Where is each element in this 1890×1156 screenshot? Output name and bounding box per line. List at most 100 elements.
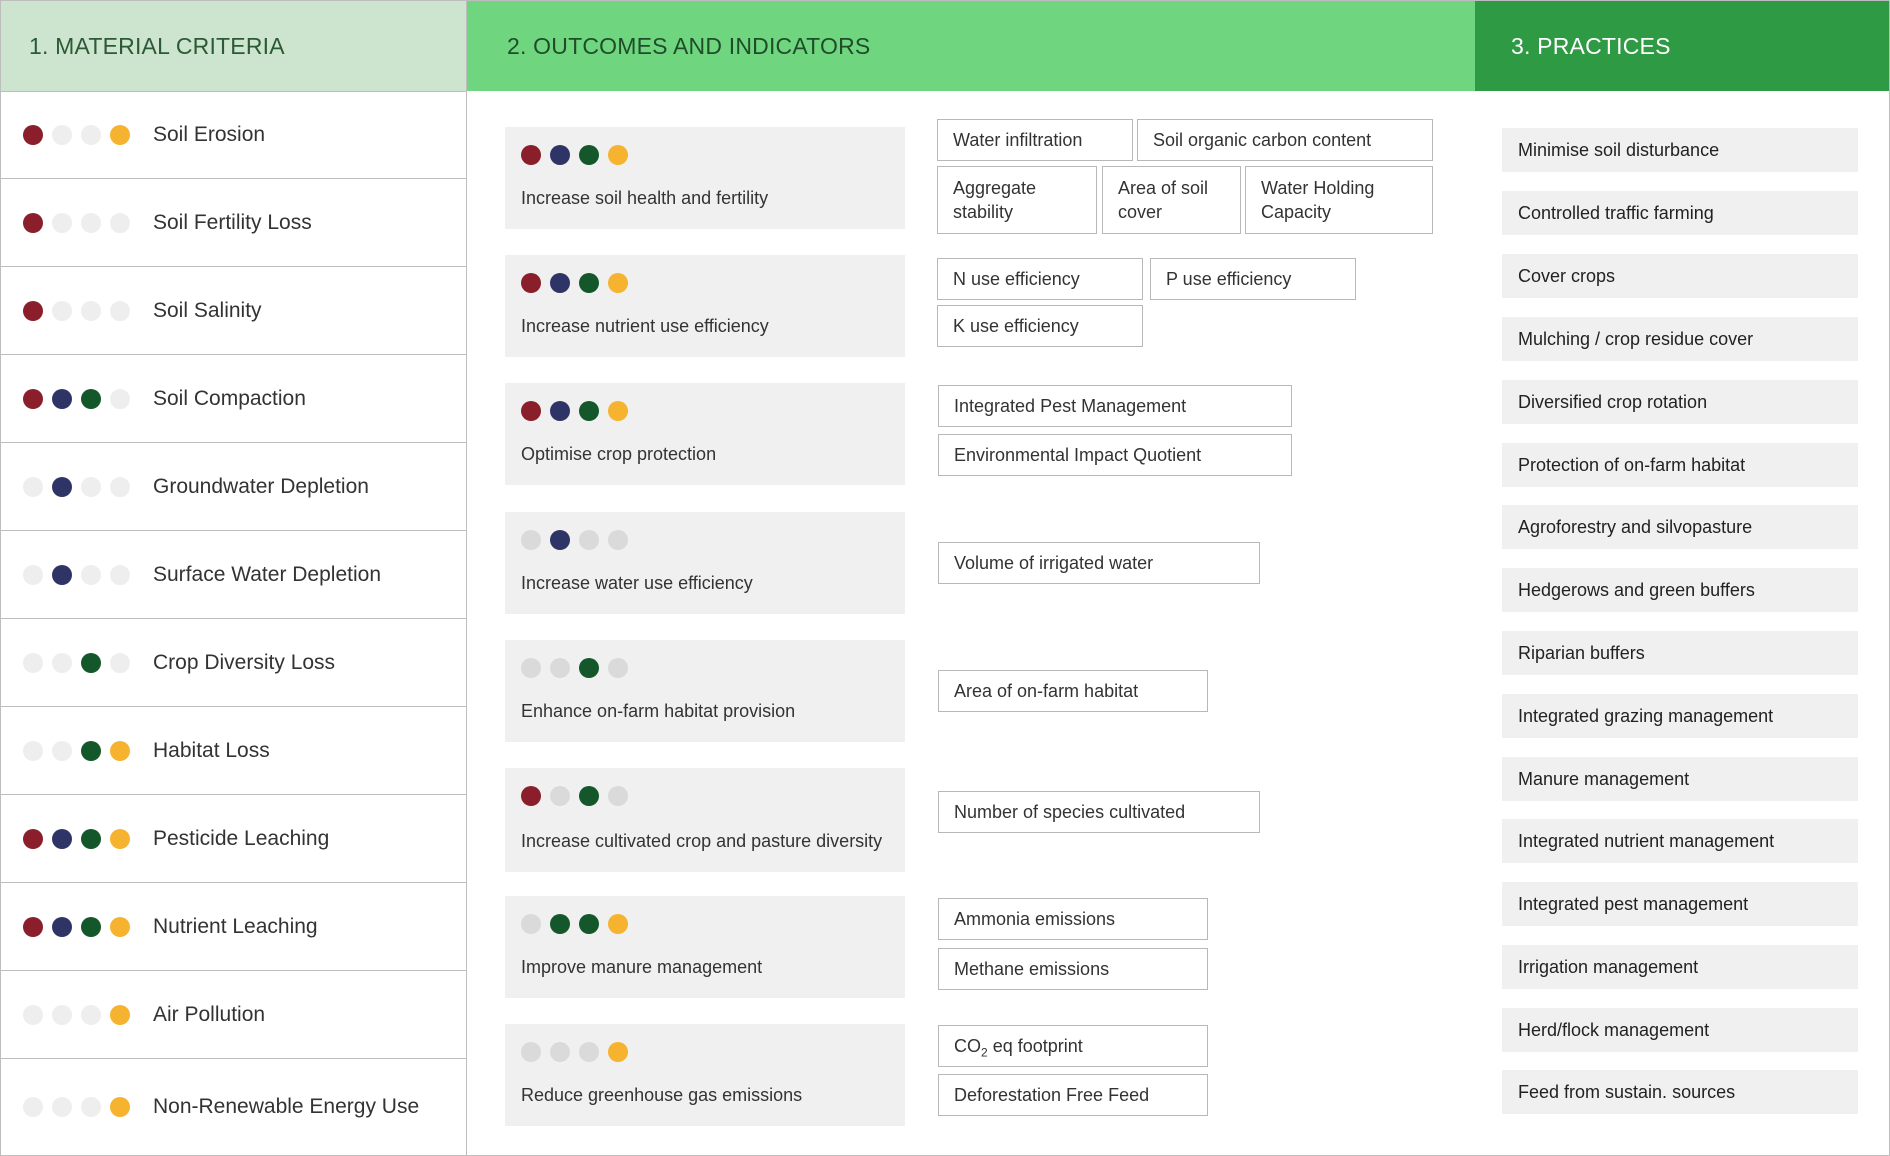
outcome-label: Increase soil health and fertility [521,188,769,208]
amber-dot-icon [608,273,628,293]
criterion-row: Soil Erosion [1,91,466,179]
inactive-dot-icon [110,300,130,321]
criterion-dots [23,124,139,145]
indicator-box-co2: CO2 eq footprint [938,1025,1208,1067]
outcome-card: Reduce greenhouse gas emissions [505,1024,905,1126]
inactive-dot-icon [52,740,72,761]
amber-dot-icon [110,828,130,849]
practice-item: Agroforestry and silvopasture [1502,505,1858,549]
outcome-card: Increase cultivated crop and pasture div… [505,768,905,872]
green-dot-icon [81,740,101,761]
red-dot-icon [521,401,541,421]
criterion-dots [23,828,139,849]
outcome-label: Increase water use efficiency [521,573,753,593]
outcome-dots [521,530,637,550]
inactive-dot-icon [81,1097,101,1117]
outcome-dots [521,401,637,421]
outcome-dots [521,273,637,293]
criterion-row: Crop Diversity Loss [1,619,466,707]
criterion-row: Soil Salinity [1,267,466,355]
criterion-label: Habitat Loss [153,738,270,762]
practice-item: Mulching / crop residue cover [1502,317,1858,361]
indicator-box: Aggregate stability [937,166,1097,234]
practice-item: Riparian buffers [1502,631,1858,675]
green-dot-icon [579,401,599,421]
inactive-dot-icon [110,476,130,497]
green-dot-icon [81,916,101,937]
inactive-dot-icon [81,564,101,585]
inactive-dot-icon [110,212,130,233]
outcome-card: Increase water use efficiency [505,512,905,614]
criterion-label: Surface Water Depletion [153,562,381,586]
inactive-dot-icon [52,1004,72,1025]
amber-dot-icon [110,1097,130,1117]
criterion-label: Soil Salinity [153,298,262,322]
practice-item: Irrigation management [1502,945,1858,989]
criterion-label: Crop Diversity Loss [153,650,336,674]
outcome-dots [521,786,637,806]
inactive-dot-icon [81,300,101,321]
outcome-label: Increase cultivated crop and pasture div… [521,831,883,851]
inactive-dot-icon [579,1042,599,1062]
amber-dot-icon [110,1004,130,1025]
criterion-dots [23,1004,139,1025]
inactive-dot-icon [608,530,628,550]
criterion-dots [23,652,139,673]
criterion-label: Air Pollution [153,1002,266,1026]
navy-dot-icon [52,564,72,585]
amber-dot-icon [110,124,130,145]
criterion-row: Soil Fertility Loss [1,179,466,267]
outcomes-column: 2. OUTCOMES AND INDICATORS Increase soil… [467,0,1475,1156]
practice-item: Diversified crop rotation [1502,380,1858,424]
red-dot-icon [23,916,43,937]
outcome-card: Increase soil health and fertility [505,127,905,229]
practice-item: Minimise soil disturbance [1502,128,1858,172]
indicator-box: Volume of irrigated water [938,542,1260,584]
inactive-dot-icon [608,786,628,806]
inactive-dot-icon [550,1042,570,1062]
criterion-dots [23,300,139,321]
inactive-dot-icon [110,564,130,585]
outcome-label: Enhance on-farm habitat provision [521,701,796,721]
practice-item: Herd/flock management [1502,1008,1858,1052]
outcome-card: Enhance on-farm habitat provision [505,640,905,742]
outcome-card: Optimise crop protection [505,383,905,485]
inactive-dot-icon [23,652,43,673]
practice-item: Feed from sustain. sources [1502,1070,1858,1114]
indicator-box: Area of soil cover [1102,166,1241,234]
criterion-label: Soil Erosion [153,122,266,146]
practice-item: Hedgerows and green buffers [1502,568,1858,612]
inactive-dot-icon [52,300,72,321]
outcome-dots [521,1042,637,1062]
criterion-dots [23,388,139,409]
practices-header: 3. PRACTICES [1475,1,1889,91]
indicator-box: N use efficiency [937,258,1143,300]
inactive-dot-icon [23,1004,43,1025]
criterion-dots [23,1097,139,1117]
practice-item: Controlled traffic farming [1502,191,1858,235]
outcome-label: Optimise crop protection [521,444,717,464]
inactive-dot-icon [110,652,130,673]
inactive-dot-icon [521,1042,541,1062]
inactive-dot-icon [608,658,628,678]
indicator-box: K use efficiency [937,305,1143,347]
criterion-row: Surface Water Depletion [1,531,466,619]
red-dot-icon [23,212,43,233]
co2-text: CO [954,1036,981,1056]
navy-dot-icon [52,828,72,849]
red-dot-icon [521,786,541,806]
green-dot-icon [579,658,599,678]
red-dot-icon [23,388,43,409]
indicator-box: Area of on-farm habitat [938,670,1208,712]
inactive-dot-icon [81,212,101,233]
practice-item: Integrated pest management [1502,882,1858,926]
criterion-row: Air Pollution [1,971,466,1059]
co2-subscript: 2 [981,1045,988,1060]
practice-item: Manure management [1502,757,1858,801]
criterion-dots [23,476,139,497]
amber-dot-icon [110,916,130,937]
inactive-dot-icon [521,530,541,550]
criterion-label: Non-Renewable Energy Use [153,1095,420,1118]
criterion-label: Soil Compaction [153,386,306,410]
criterion-row: Habitat Loss [1,707,466,795]
